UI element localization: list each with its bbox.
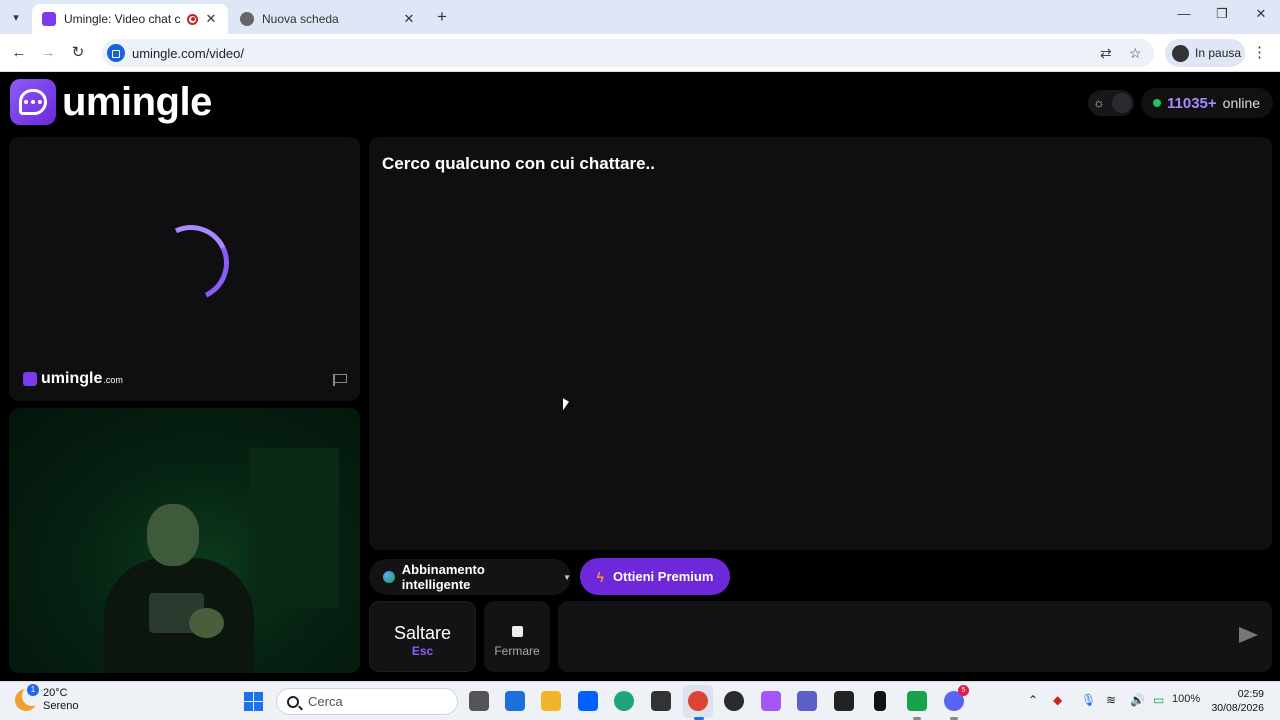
get-premium-button[interactable]: ϟ Ottieni Premium [580,558,730,595]
windows-start-icon[interactable] [244,692,263,711]
android-app-icon[interactable] [907,691,927,711]
chat-panel: Cerco qualcuno con cui chattare.. [369,137,1272,550]
stop-label: Fermare [494,644,540,658]
avatar [1172,44,1189,62]
address-bar[interactable]: umingle.com/video/ ⇄ ☆ [102,39,1154,67]
taskbar-search[interactable]: Cerca [276,688,458,715]
amazon-icon[interactable] [834,691,854,711]
edge-icon[interactable] [614,691,634,711]
skip-button[interactable]: Saltare Esc [369,601,476,672]
tab-search-icon[interactable]: ▾ [6,7,26,27]
outlook-icon[interactable] [505,691,525,711]
forward-icon[interactable]: → [38,43,58,63]
new-tab-button[interactable]: + [432,7,452,27]
clock-time: 02:59 [1237,688,1264,700]
lightning-app-icon[interactable] [874,691,886,711]
file-explorer-icon[interactable] [541,691,561,711]
video-watermark: umingle .com [23,370,123,388]
smart-match-dropdown[interactable]: Abbinamento intelligente ▼ [369,559,571,595]
obs-icon[interactable] [724,691,744,711]
toggle-knob [1112,93,1132,113]
copilot-icon[interactable] [761,691,781,711]
online-dot-icon [1153,99,1161,107]
stop-icon [511,626,523,637]
stranger-video: umingle .com [9,137,360,401]
menu-kebab-icon[interactable]: ⋮ [1252,43,1267,61]
weather-temp: 20°C [43,687,68,699]
tab-umingle[interactable]: Umingle: Video chat con sc ✕ [32,4,228,34]
store-icon[interactable] [651,691,671,711]
volume-icon[interactable]: 🔊 [1130,693,1145,707]
logo-text: umingle [62,79,212,124]
chat-bubble-icon [10,79,56,125]
match-label: Abbinamento intelligente [401,562,485,592]
watermark-text: umingle [41,370,103,387]
bookmark-star-icon[interactable]: ☆ [1129,45,1142,62]
chrome-icon[interactable] [688,691,708,711]
stop-button[interactable]: Fermare [484,601,550,672]
weather-badge: 1 [27,684,39,696]
url-text: umingle.com/video/ [132,46,244,61]
microphone-icon[interactable]: 🎙 [1081,693,1096,707]
weather-desc: Sereno [43,700,79,712]
lightning-icon: ϟ [596,568,604,585]
search-label: Cerca [308,694,343,709]
watermark-logo-icon [23,372,37,386]
tab-close-icon[interactable]: ✕ [402,11,416,27]
chevron-down-icon: ▼ [563,572,571,582]
report-flag-icon[interactable] [333,374,347,386]
battery-icon[interactable]: ▭ [1153,693,1164,707]
restore-icon[interactable]: ❐ [1207,6,1237,22]
weather-widget[interactable]: 1 20°C Sereno [15,684,79,713]
sun-icon: ☼ [1093,95,1105,110]
clock-date: 30/08/2026 [1211,702,1264,714]
page-body: umingle ☼ 11035+ online umingle .com Cer… [0,73,1280,681]
task-view-icon[interactable] [469,691,489,711]
skip-shortcut: Esc [411,644,434,658]
message-input[interactable] [558,601,1272,672]
tab-title: Umingle: Video chat con sc [64,12,181,26]
profile-label: In pausa [1195,46,1242,60]
send-icon[interactable] [1239,627,1258,643]
tab-title: Nuova scheda [262,12,339,26]
browser-toolbar: ← → ↻ umingle.com/video/ ⇄ ☆ In pausa ⋮ [0,34,1280,72]
site-logo[interactable]: umingle [10,79,212,125]
profile-button[interactable]: In pausa [1165,39,1245,67]
watermark-suffix: .com [103,375,123,385]
premium-label: Ottieni Premium [613,569,714,584]
clock[interactable]: 02:59 30/08/2026 [1208,687,1264,715]
back-icon[interactable]: ← [9,43,29,63]
online-counter: 11035+ online [1141,88,1273,118]
umingle-favicon-icon [42,12,56,26]
dropbox-icon[interactable] [578,691,598,711]
loading-spinner-icon [142,214,240,312]
skip-label: Saltare [393,623,452,643]
minimize-icon[interactable]: — [1169,6,1199,21]
globe-icon [383,571,395,583]
battery-level: 100% [1172,693,1201,705]
tab-close-icon[interactable]: ✕ [204,11,218,27]
wifi-icon[interactable]: ≋ [1106,693,1116,707]
window-close-icon[interactable]: ✕ [1246,6,1276,22]
theme-toggle[interactable]: ☼ [1088,90,1134,116]
online-label: online [1222,95,1261,111]
search-status-text: Cerco qualcuno con cui chattare.. [382,154,656,173]
tray-chevron-up-icon[interactable]: ⌃ [1028,693,1038,707]
discord-badge: 5 [958,685,969,696]
windows-taskbar: 1 20°C Sereno Cerca 5 ⌃ ◆ 🎙 ≋ 🔊 ▭ 100% 0… [0,681,1280,720]
camera-permission-icon[interactable] [107,44,125,62]
self-video [9,408,360,673]
reload-icon[interactable]: ↻ [68,43,88,63]
chrome-favicon-icon [240,12,254,26]
tab-new[interactable]: Nuova scheda ✕ [230,4,426,34]
browser-tab-bar: ▾ Umingle: Video chat con sc ✕ Nuova sch… [0,0,1280,34]
online-count: 11035+ [1167,94,1217,112]
recording-icon [187,13,198,25]
teams-icon[interactable] [797,691,817,711]
tray-app-icon[interactable]: ◆ [1053,693,1062,707]
search-icon [287,695,299,708]
translate-icon[interactable]: ⇄ [1100,45,1112,62]
